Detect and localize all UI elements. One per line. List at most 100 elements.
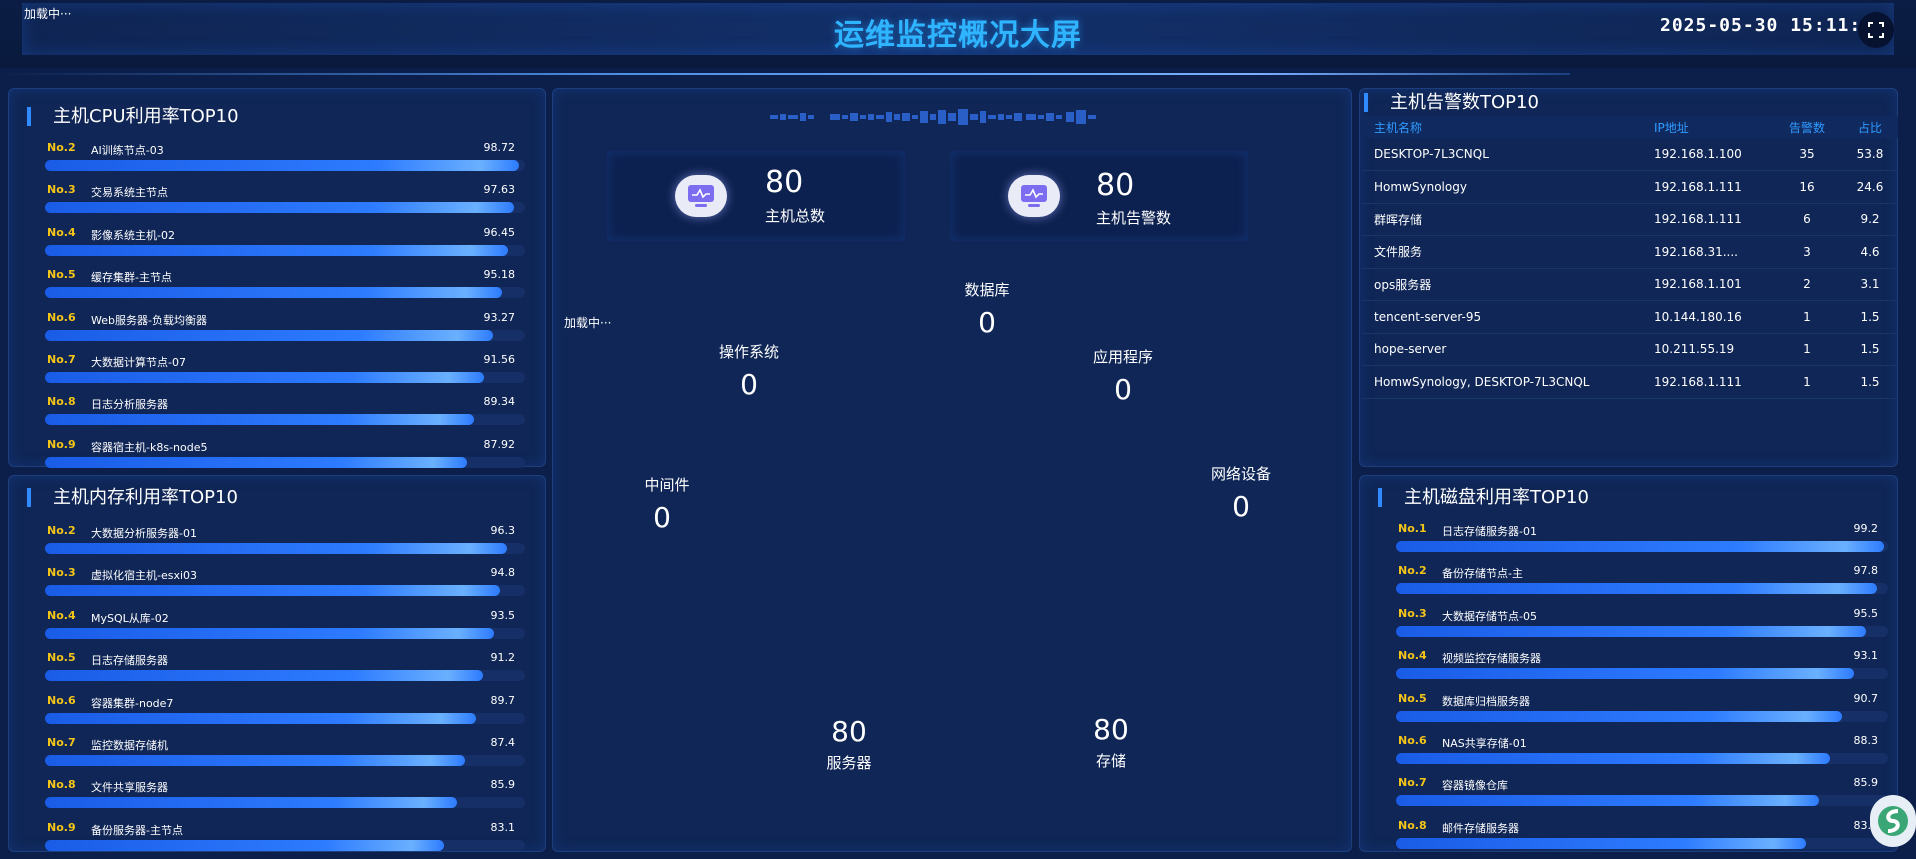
table-row[interactable]: HomwSynology, DESKTOP-7L3CNQL 192.168.1.1… [1362, 365, 1898, 399]
column-ratio[interactable]: 占比 [1842, 116, 1898, 138]
rank-item[interactable]: No.3 虚拟化宿主机-esxi03 94.8 [37, 564, 525, 606]
rank-item[interactable]: No.1 日志存储服务器-01 99.2 [1388, 520, 1888, 562]
ratio-cell: 1.5 [1842, 300, 1898, 334]
category-storage[interactable]: 80 存储 [1051, 713, 1171, 771]
disk-panel: 主机磁盘利用率TOP10 No.1 日志存储服务器-01 99.2 No.2 备份存储节… [1359, 475, 1898, 852]
table-row[interactable]: 群晖存储 192.168.1.111 6 9.2 [1362, 203, 1898, 236]
category-os-label: 操作系统 [718, 343, 779, 361]
host-name: 容器镜像仓库 [1442, 779, 1508, 793]
rank-item[interactable]: No.9 备份服务器-主节点 83.1 [37, 819, 525, 859]
alarm-table-header: 主机名称 IP地址 告警数 占比 [1362, 116, 1898, 138]
header: 加载中··· 运维监控概况大屏 2025-05-30 15:11:43 [0, 0, 1916, 68]
category-server-label: 服务器 [826, 754, 872, 772]
usage-bar-track [45, 797, 525, 809]
rank-item[interactable]: No.8 邮件存储服务器 83.4 [1388, 817, 1888, 859]
usage-bar-fill [45, 287, 502, 299]
cpu-panel: 主机CPU利用率TOP10 No.2 AI训练节点-03 98.72 No.3 交易系统… [8, 88, 546, 468]
table-row[interactable]: HomwSynology 192.168.1.111 16 24.6 [1362, 170, 1898, 204]
usage-value: 95.18 [483, 268, 516, 282]
usage-bar-track [1396, 668, 1888, 680]
category-storage-value: 80 [1093, 713, 1129, 746]
table-row[interactable]: tencent-server-95 10.144.180.16 1 1.5 [1362, 300, 1898, 334]
rank-item[interactable]: No.2 大数据分析服务器-01 96.3 [37, 522, 525, 564]
category-app[interactable]: 应用程序 0 [1063, 346, 1183, 406]
category-server[interactable]: 80 服务器 [789, 715, 909, 773]
rank-item[interactable]: No.4 影像系统主机-02 96.45 [37, 224, 525, 266]
rank-item[interactable]: No.5 数据库归档服务器 90.7 [1388, 690, 1888, 732]
rank-item[interactable]: No.6 Web服务器-负载均衡器 93.27 [37, 309, 525, 351]
page-title: 运维监控概况大屏 [834, 18, 1082, 53]
table-row[interactable]: ops服务器 192.168.1.101 2 3.1 [1362, 268, 1898, 301]
usage-value: 94.8 [490, 566, 516, 580]
category-middleware-label: 中间件 [644, 476, 690, 494]
usage-bar-track [1396, 710, 1888, 722]
host-name: 视频监控存储服务器 [1442, 652, 1541, 666]
rank-item[interactable]: No.6 容器集群-node7 89.7 [37, 692, 525, 734]
rank-number: No.8 [1398, 818, 1427, 832]
host-alarm-card[interactable]: 80 主机告警数 [950, 151, 1248, 241]
rank-item[interactable]: No.6 NAS共享存储-01 88.3 [1388, 732, 1888, 774]
rank-number: No.8 [47, 778, 76, 792]
table-row[interactable]: DESKTOP-7L3CNQL 192.168.1.100 35 53.8 [1362, 138, 1898, 171]
column-ip[interactable]: IP地址 [1654, 116, 1772, 138]
memory-rank-list: No.2 大数据分析服务器-01 96.3 No.3 虚拟化宿主机-esxi03 94.8… [37, 522, 525, 859]
host-total-label: 主机总数 [765, 207, 826, 225]
ip-cell: 10.144.180.16 [1654, 300, 1772, 334]
rank-item[interactable]: No.5 日志存储服务器 91.2 [37, 649, 525, 691]
rank-item[interactable]: No.2 备份存储节点-主 97.8 [1388, 562, 1888, 604]
center-loading-text: 加载中··· [564, 316, 612, 330]
ip-cell: 192.168.1.111 [1654, 203, 1772, 236]
assistant-badge[interactable] [1870, 795, 1916, 847]
usage-value: 85.9 [1853, 776, 1879, 790]
table-row[interactable]: hope-server 10.211.55.19 1 1.5 [1362, 333, 1898, 366]
usage-bar-track [1396, 752, 1888, 764]
rank-item[interactable]: No.4 MySQL从库-02 93.5 [37, 607, 525, 649]
rank-item[interactable]: No.2 AI训练节点-03 98.72 [37, 139, 525, 181]
usage-bar-track [1396, 583, 1888, 595]
host-name: AI训练节点-03 [91, 144, 164, 157]
rank-number: No.9 [47, 437, 76, 451]
host-name-cell: tencent-server-95 [1362, 300, 1654, 334]
rank-item[interactable]: No.3 交易系统主节点 97.63 [37, 181, 525, 223]
usage-bar-fill [45, 160, 519, 171]
rank-item[interactable]: No.7 监控数据存储机 87.4 [37, 734, 525, 776]
usage-value: 98.72 [483, 141, 516, 154]
usage-bar-track [45, 712, 525, 724]
alarm-count-cell: 35 [1772, 138, 1842, 171]
rank-number: No.3 [1398, 606, 1427, 620]
memory-panel-title: 主机内存利用率TOP10 [27, 488, 238, 507]
usage-bar-fill [1396, 752, 1831, 764]
category-os[interactable]: 操作系统 0 [689, 341, 809, 401]
rank-item[interactable]: No.9 容器宿主机-k8s-node5 87.92 [37, 436, 525, 478]
usage-bar-fill [45, 244, 508, 256]
category-database-label: 数据库 [964, 281, 1010, 299]
usage-bar-track [45, 754, 525, 766]
category-network-value: 0 [1232, 490, 1250, 523]
rank-item[interactable]: No.8 日志分析服务器 89.34 [37, 393, 525, 435]
host-total-card[interactable]: 80 主机总数 [607, 151, 905, 241]
rank-item[interactable]: No.7 容器镜像仓库 85.9 [1388, 774, 1888, 816]
column-host-name[interactable]: 主机名称 [1362, 116, 1654, 138]
usage-bar-track [45, 543, 525, 554]
usage-bar-fill [1396, 668, 1855, 680]
usage-bar-fill [45, 329, 493, 341]
fullscreen-button[interactable] [1858, 12, 1894, 48]
alarm-count-cell: 1 [1772, 300, 1842, 334]
disk-rank-list: No.1 日志存储服务器-01 99.2 No.2 备份存储节点-主 97.8 No.3 大数… [1388, 520, 1888, 859]
usage-bar-fill [45, 202, 514, 214]
host-name: 监控数据存储机 [91, 738, 168, 752]
rank-item[interactable]: No.7 大数据计算节点-07 91.56 [37, 351, 525, 393]
category-middleware[interactable]: 中间件 0 [607, 474, 727, 534]
rank-item[interactable]: No.4 视频监控存储服务器 93.1 [1388, 647, 1888, 689]
usage-bar-track [45, 160, 525, 171]
rank-item[interactable]: No.8 文件共享服务器 85.9 [37, 776, 525, 818]
host-name: 交易系统主节点 [91, 186, 168, 200]
rank-number: No.5 [1398, 691, 1427, 705]
rank-item[interactable]: No.3 大数据存储节点-05 95.5 [1388, 605, 1888, 647]
table-row[interactable]: 文件服务 192.168.31.... 3 4.6 [1362, 235, 1898, 269]
category-database[interactable]: 数据库 0 [927, 279, 1047, 339]
ratio-cell: 3.1 [1842, 268, 1898, 301]
column-alarm-count[interactable]: 告警数 [1772, 116, 1842, 138]
category-network[interactable]: 网络设备 0 [1181, 463, 1301, 523]
rank-item[interactable]: No.5 缓存集群-主节点 95.18 [37, 266, 525, 308]
